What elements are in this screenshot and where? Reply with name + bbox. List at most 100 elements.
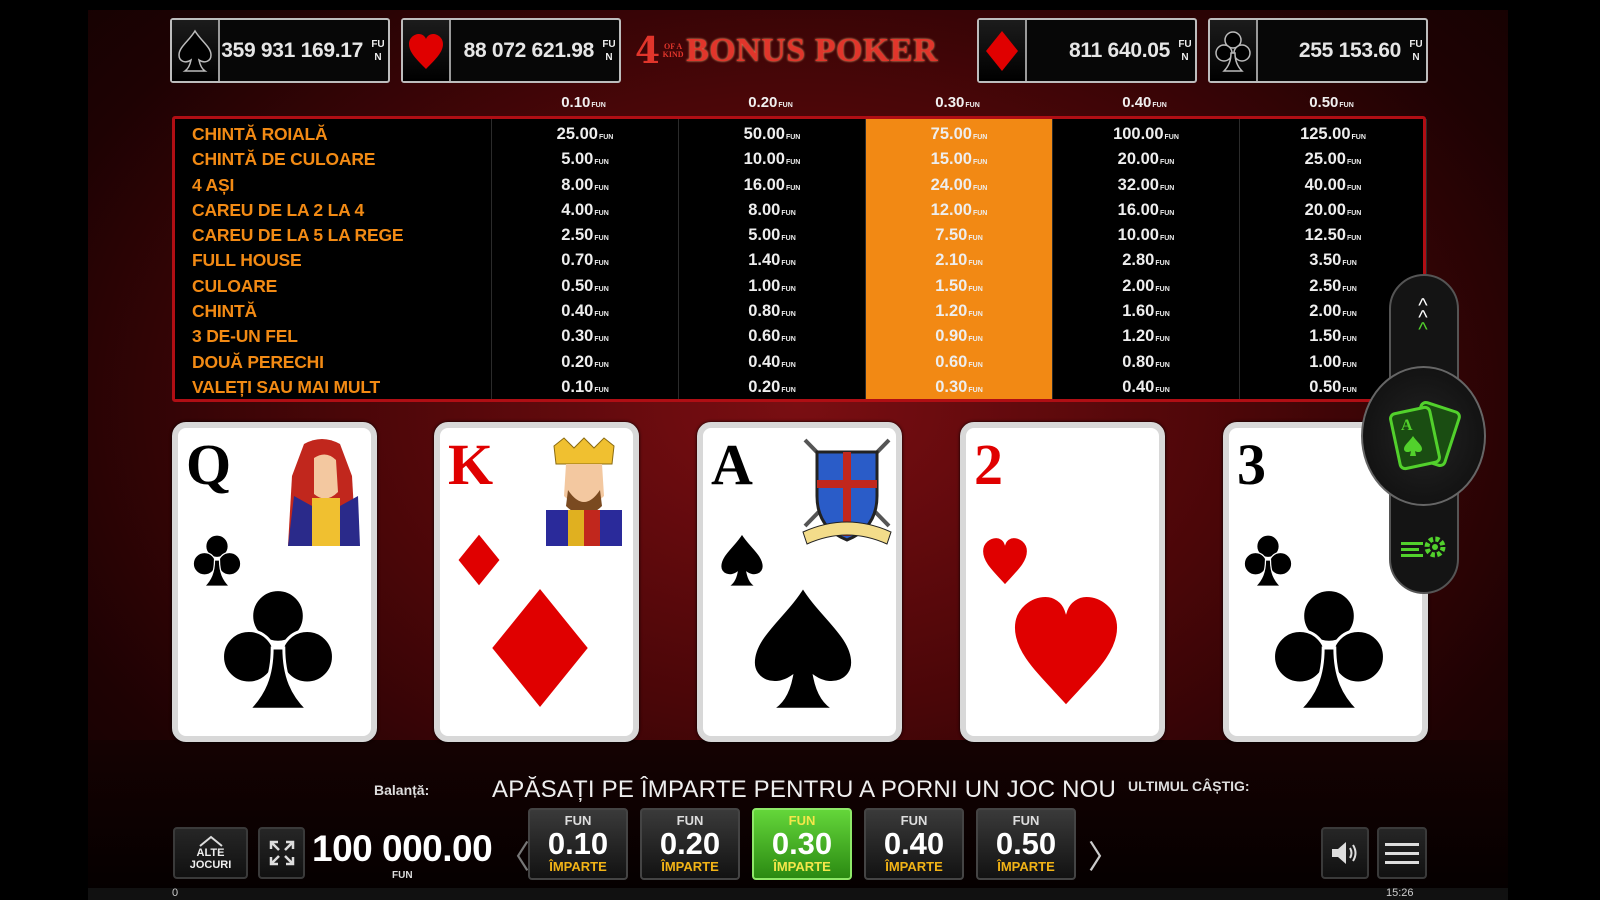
- club-icon: [218, 578, 338, 718]
- deal-label: ÎMPARTE: [997, 859, 1055, 874]
- pay-amount: 1.50: [935, 276, 968, 295]
- pay-column: 50.00FUN 10.00FUN 16.00FUN 8.00FUN 5.00FUN 1.…: [679, 119, 866, 399]
- pay-value: 10.00FUN: [679, 147, 865, 172]
- pay-amount: 16.00: [1117, 200, 1159, 219]
- pay-amount: 12.50: [1304, 226, 1346, 245]
- paytable-collapse-button[interactable]: ^ ^ ^: [1398, 292, 1448, 344]
- pay-value: 24.00FUN: [866, 173, 1052, 198]
- playing-card[interactable]: 2: [960, 422, 1165, 742]
- currency-suffix: FUN: [594, 336, 609, 344]
- pay-column: 100.00FUN 20.00FUN 32.00FUN 16.00FUN 10.00FU…: [1053, 119, 1240, 399]
- pay-value: 16.00FUN: [679, 173, 865, 198]
- pay-value: 0.40FUN: [1053, 375, 1239, 400]
- currency-suffix: FUN: [1346, 184, 1362, 192]
- hand-name: CHINTĂ: [192, 301, 257, 322]
- pay-amount: 20.00: [1117, 150, 1159, 169]
- currency-suffix: FUN: [594, 386, 609, 394]
- cards-icon: A: [1388, 400, 1461, 471]
- other-games-label-2: JOCURI: [189, 859, 232, 871]
- playing-card[interactable]: K: [434, 422, 639, 742]
- currency-suffix: FUN: [594, 285, 609, 293]
- bet-deal-button[interactable]: FUN 0.50 ÎMPARTE: [976, 808, 1076, 880]
- pay-value: 0.90FUN: [866, 324, 1052, 349]
- bet-deal-button[interactable]: FUN 0.10 ÎMPARTE: [528, 808, 628, 880]
- currency-suffix: FUN: [968, 285, 983, 293]
- bet-next-arrow[interactable]: 〉: [1088, 832, 1120, 878]
- pay-value: 1.20FUN: [866, 299, 1052, 324]
- pay-amount: 5.00: [748, 226, 781, 245]
- pay-amount: 0.20: [748, 377, 781, 396]
- pay-value: 2.10FUN: [866, 248, 1052, 273]
- jackpot-amount: 359 931 169.17: [221, 38, 363, 62]
- bet-value: 0.50: [995, 826, 1057, 861]
- status-left-value: 0: [172, 887, 179, 899]
- club-icon: [1269, 578, 1389, 718]
- currency-suffix: FUN: [1164, 134, 1179, 141]
- diamond-icon: [979, 20, 1027, 81]
- pay-value: 16.00FUN: [1053, 198, 1239, 223]
- currency-suffix: FUN: [781, 209, 796, 217]
- pay-value: 0.30FUN: [492, 324, 678, 349]
- bet-deal-button[interactable]: FUN 0.40 ÎMPARTE: [864, 808, 964, 880]
- pay-value: 0.60FUN: [866, 350, 1052, 375]
- currency-suffix: FUN: [968, 311, 983, 319]
- bet-prev-arrow[interactable]: 〈: [498, 832, 530, 878]
- face-card-portrait: [536, 436, 632, 548]
- pay-amount: 3.50: [1309, 251, 1342, 270]
- menu-button[interactable]: [1377, 827, 1427, 879]
- card-rank: K: [448, 432, 494, 497]
- currency-suffix: FUN: [965, 102, 980, 109]
- fullscreen-button[interactable]: [258, 827, 305, 879]
- currency-suffix: FUN: [778, 102, 793, 109]
- settings-button[interactable]: [1398, 528, 1450, 568]
- bet-deal-button[interactable]: FUN 0.30 ÎMPARTE: [752, 808, 852, 880]
- pay-amount: 24.00: [930, 175, 972, 194]
- logo-four: 4: [635, 30, 661, 72]
- pay-value: 0.20FUN: [492, 350, 678, 375]
- currency-suffix: FUN: [594, 235, 609, 243]
- pay-amount: 1.00: [1309, 352, 1342, 371]
- pay-amount: 0.60: [935, 352, 968, 371]
- card-rank: Q: [186, 432, 232, 497]
- pay-value: 2.00FUN: [1053, 274, 1239, 299]
- pay-value: 0.70FUN: [492, 248, 678, 273]
- currency-suffix: FUN: [785, 159, 801, 167]
- currency-suffix: FUN: [1155, 260, 1170, 268]
- chevron-up-icon: ^: [1418, 319, 1428, 341]
- hand-name: FULL HOUSE: [192, 250, 302, 271]
- currency-suffix: FUN: [785, 184, 801, 192]
- pay-amount: 125.00: [1300, 125, 1351, 143]
- pay-amount: 2.50: [561, 226, 594, 245]
- currency-suffix: FUN: [781, 311, 796, 319]
- coin-value-header: 0.50FUN: [1238, 94, 1425, 111]
- playing-card[interactable]: Q: [172, 422, 377, 742]
- bet-deal-button[interactable]: FUN 0.20 ÎMPARTE: [640, 808, 740, 880]
- pay-amount: 0.60: [748, 327, 781, 346]
- pay-value: 8.00FUN: [492, 173, 678, 198]
- pay-amount: 75.00: [930, 125, 972, 143]
- hand-name: CHINTĂ ROIALĂ: [192, 124, 328, 144]
- jackpot-heart: 88 072 621.98 FUN: [401, 18, 621, 83]
- other-games-button[interactable]: ALTE JOCURI: [173, 827, 248, 879]
- sound-button[interactable]: [1321, 827, 1369, 879]
- pay-amount: 2.00: [1122, 276, 1155, 295]
- currency-suffix: FUN: [1342, 361, 1357, 369]
- currency-suffix: FUN: [594, 311, 609, 319]
- autoplay-button[interactable]: A: [1361, 366, 1486, 506]
- hand-names-column: CHINTĂ ROIALĂ CHINTĂ DE CULOARE 4 AȘI CAREU…: [175, 119, 492, 399]
- bet-value: 0.40: [883, 826, 945, 861]
- logo-title: BONUS POKER: [686, 32, 939, 69]
- pay-amount: 100.00: [1113, 125, 1164, 143]
- pay-value: 25.00FUN: [1240, 147, 1426, 172]
- pay-value: 32.00FUN: [1053, 173, 1239, 198]
- currency-suffix: FUN: [968, 336, 983, 344]
- currency-suffix: FUN: [1159, 184, 1175, 192]
- bet-value: 0.30: [771, 826, 833, 861]
- currency-suffix: FUN: [1351, 134, 1366, 141]
- card-rank: 2: [974, 432, 1003, 497]
- playing-card[interactable]: A: [697, 422, 902, 742]
- pay-value: 1.20FUN: [1053, 324, 1239, 349]
- balance-value: 100 000.00: [312, 828, 493, 869]
- spade-icon: [743, 578, 863, 718]
- currency-suffix: FUN: [1342, 285, 1357, 293]
